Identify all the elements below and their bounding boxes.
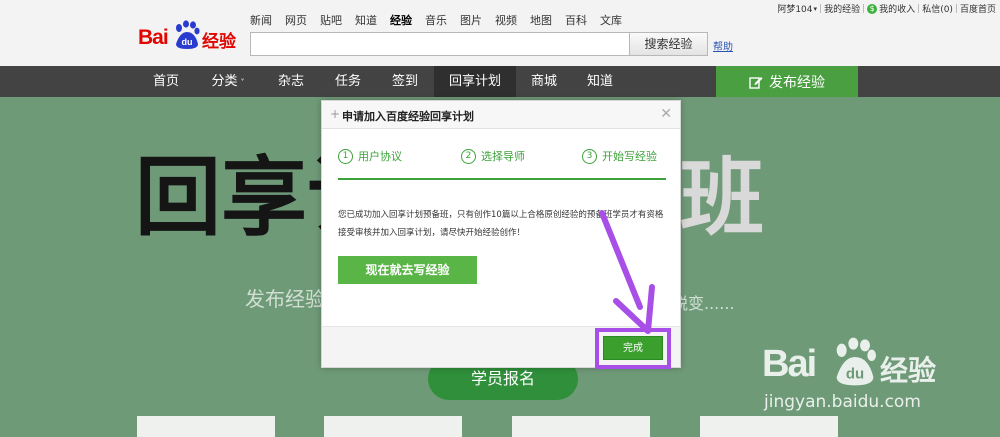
paw-icon: du bbox=[176, 20, 200, 49]
username-link[interactable]: 阿梦104 bbox=[777, 2, 812, 15]
nav-item-signin[interactable]: 签到 bbox=[377, 66, 433, 97]
my-experience-link[interactable]: 我的经验 bbox=[824, 2, 860, 15]
nav-item-tasks[interactable]: 任务 bbox=[320, 66, 376, 97]
baidu-jingyan-logo[interactable]: Bai du 经验 bbox=[138, 20, 243, 52]
close-icon[interactable]: ✕ bbox=[660, 106, 672, 122]
step-indicator: 1 用户协议 2 选择导师 3 开始写经验 bbox=[338, 148, 666, 168]
dollar-icon: $ bbox=[867, 3, 878, 14]
product-link-zhidao[interactable]: 知道 bbox=[355, 12, 377, 28]
product-link-images[interactable]: 图片 bbox=[460, 12, 482, 28]
product-link-jingyan[interactable]: 经验 bbox=[390, 12, 412, 28]
banner-subtitle-right: 蜕变...... bbox=[672, 294, 735, 313]
top-header: Bai du 经验 新闻 网页 贴吧 知道 经验 音乐 图片 视频 地图 百科 … bbox=[0, 0, 1000, 66]
logo-bai-text: Bai bbox=[138, 26, 169, 49]
done-button[interactable]: 完成 bbox=[603, 336, 663, 360]
step-user-agreement: 1 用户协议 bbox=[338, 148, 402, 164]
watermark-jingyan: 经验 bbox=[880, 354, 937, 387]
nav-item-category-label: 分类 bbox=[211, 74, 238, 89]
go-write-button[interactable]: 现在就去写经验 bbox=[338, 256, 477, 284]
product-link-wenku[interactable]: 文库 bbox=[600, 12, 622, 28]
product-nav: 新闻 网页 贴吧 知道 经验 音乐 图片 视频 地图 百科 文库 bbox=[250, 12, 635, 28]
messages-link[interactable]: 私信(0) bbox=[922, 2, 953, 15]
logo-du-text: du bbox=[182, 37, 193, 47]
search-input[interactable] bbox=[250, 32, 630, 56]
watermark-bai: Bai bbox=[762, 343, 817, 385]
nav-item-zhidao[interactable]: 知道 bbox=[572, 66, 628, 97]
content-card[interactable] bbox=[512, 416, 650, 437]
step-label: 开始写经验 bbox=[602, 150, 657, 163]
product-link-video[interactable]: 视频 bbox=[495, 12, 517, 28]
product-link-news[interactable]: 新闻 bbox=[250, 12, 272, 28]
dialog-title: 申请加入百度经验回享计划 bbox=[342, 110, 474, 123]
step-number: 3 bbox=[582, 148, 597, 164]
step-number: 1 bbox=[338, 148, 353, 164]
step-label: 用户协议 bbox=[358, 150, 402, 163]
nav-item-magazine[interactable]: 杂志 bbox=[263, 66, 319, 97]
paw-icon: du bbox=[836, 337, 876, 386]
product-link-tieba[interactable]: 贴吧 bbox=[320, 12, 342, 28]
search-button[interactable]: 搜索经验 bbox=[629, 32, 708, 56]
product-link-map[interactable]: 地图 bbox=[530, 12, 552, 28]
step-start-writing: 3 开始写经验 bbox=[582, 148, 657, 164]
content-card[interactable] bbox=[324, 416, 462, 437]
annotation-arrow-icon bbox=[599, 210, 655, 334]
help-link[interactable]: 帮助 bbox=[713, 38, 733, 53]
nav-item-category[interactable]: 分类 ˅ bbox=[200, 66, 256, 97]
step-label: 选择导师 bbox=[481, 150, 525, 163]
watermark-url: jingyan.baidu.com bbox=[764, 392, 921, 412]
product-link-baike[interactable]: 百科 bbox=[565, 12, 587, 28]
plus-icon: + bbox=[330, 107, 341, 121]
baidu-home-link[interactable]: 百度首页 bbox=[960, 2, 996, 15]
content-card[interactable] bbox=[137, 416, 275, 437]
calligraphy-right: 班 bbox=[680, 148, 764, 247]
watermark-du: du bbox=[846, 366, 864, 383]
nav-item-mall[interactable]: 商城 bbox=[516, 66, 572, 97]
banner-subtitle-left: 发布经验 bbox=[245, 287, 325, 311]
main-nav: 首页 分类 ˅ 杂志 任务 签到 回享计划 商城 知道 发布经验 bbox=[0, 66, 1000, 97]
nav-item-share-plan[interactable]: 回享计划 bbox=[434, 66, 516, 97]
dialog-header: + 申请加入百度经验回享计划 ✕ bbox=[322, 101, 680, 129]
baidu-jingyan-watermark: Bai du 经验 jingyan.baidu.com bbox=[762, 335, 997, 415]
edit-icon bbox=[749, 76, 763, 89]
content-card[interactable] bbox=[700, 416, 838, 437]
user-bar: 阿梦104 ▾ | 我的经验 | $ 我的收入 | 私信(0) | 百度首页 bbox=[777, 2, 996, 15]
chevron-down-icon[interactable]: ▾ bbox=[814, 5, 818, 13]
step-progress-line bbox=[338, 178, 666, 180]
nav-item-home[interactable]: 首页 bbox=[136, 66, 196, 97]
product-link-web[interactable]: 网页 bbox=[285, 12, 307, 28]
my-income-link[interactable]: 我的收入 bbox=[879, 2, 915, 15]
logo-jingyan-text: 经验 bbox=[202, 32, 236, 52]
product-link-music[interactable]: 音乐 bbox=[425, 12, 447, 28]
step-select-mentor: 2 选择导师 bbox=[461, 148, 525, 164]
publish-label: 发布经验 bbox=[769, 74, 825, 91]
step-number: 2 bbox=[461, 148, 476, 164]
chevron-down-icon: ˅ bbox=[240, 78, 245, 87]
publish-experience-button[interactable]: 发布经验 bbox=[716, 66, 858, 97]
